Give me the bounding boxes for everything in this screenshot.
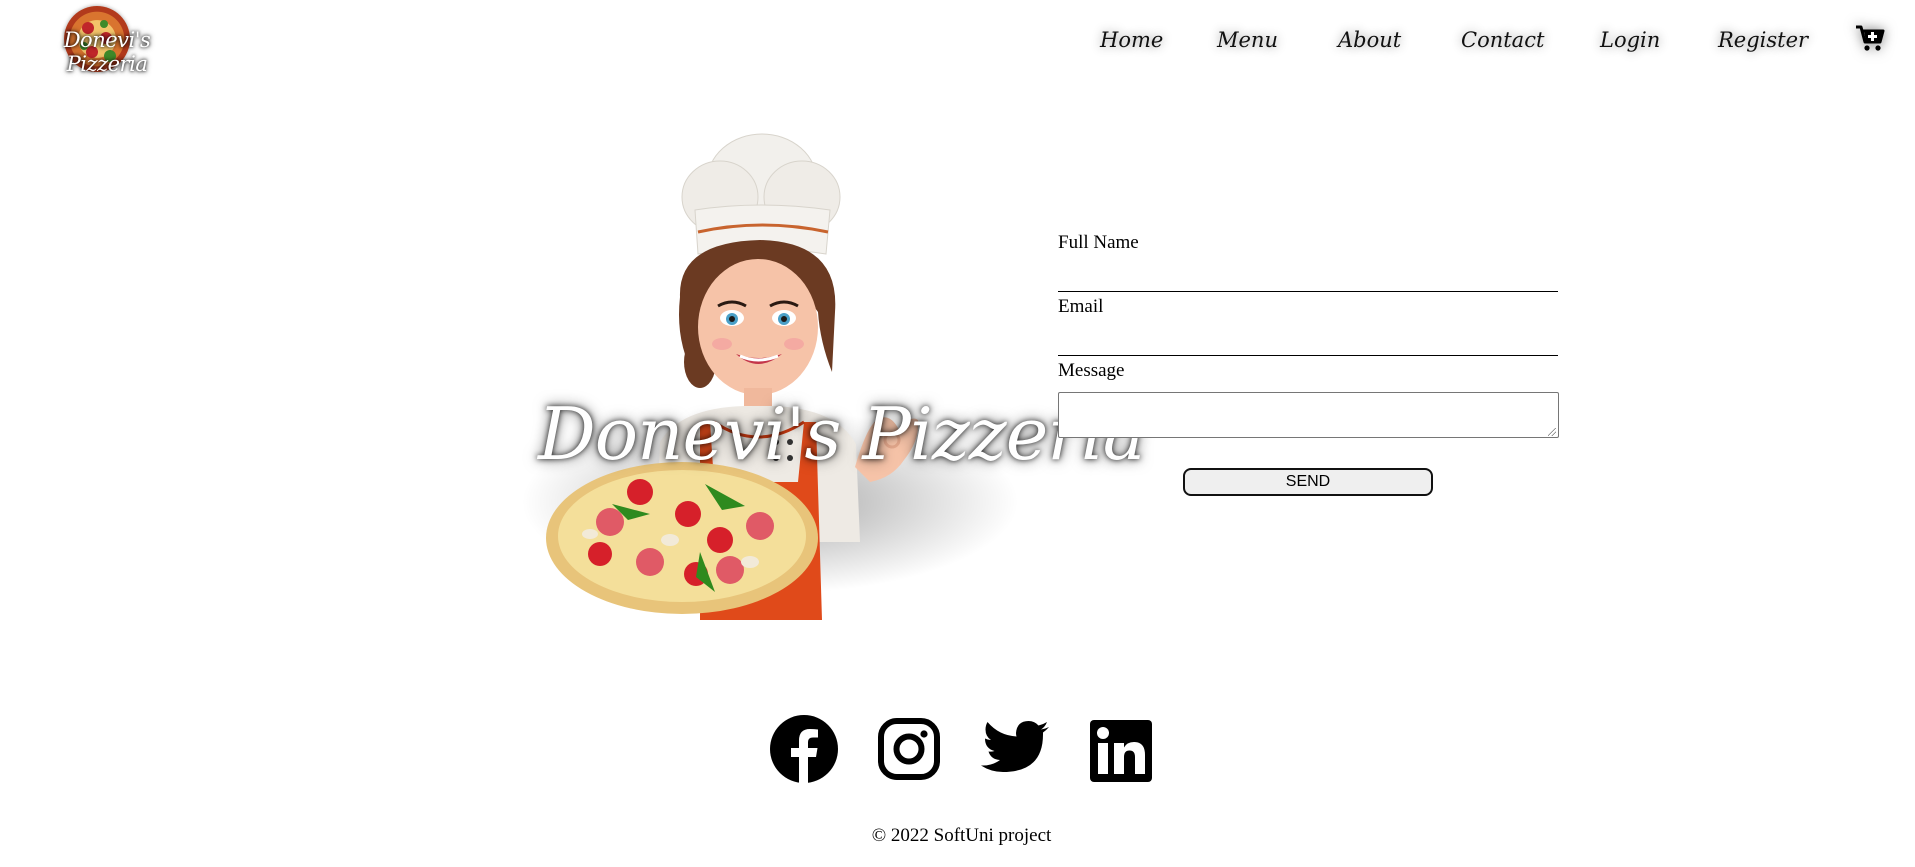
hero-title: Donevi's Pizzeria — [538, 392, 1146, 476]
hero-image: Donevi's Pizzeria — [500, 122, 1146, 620]
email-input[interactable] — [1058, 328, 1558, 356]
footer: © 2022 SoftUni project — [0, 825, 1915, 847]
email-label: Email — [1058, 296, 1104, 317]
instagram-icon[interactable] — [878, 718, 940, 788]
cart-plus-icon[interactable] — [1855, 24, 1885, 52]
message-textarea[interactable] — [1058, 392, 1559, 438]
nav-about[interactable]: About — [1338, 20, 1401, 60]
site-logo[interactable]: Donevi's Pizzeria — [32, 4, 172, 76]
full-name-label: Full Name — [1058, 232, 1139, 253]
nav-login[interactable]: Login — [1600, 20, 1660, 60]
copyright-text: © 2022 SoftUni project — [871, 825, 1052, 846]
full-name-input[interactable] — [1058, 264, 1558, 292]
facebook-icon[interactable] — [770, 715, 838, 785]
chef-hat — [681, 133, 841, 255]
nav-register[interactable]: Register — [1718, 20, 1808, 60]
nav-home[interactable]: Home — [1100, 20, 1163, 60]
nav-menu[interactable]: Menu — [1217, 20, 1278, 60]
twitter-icon[interactable] — [980, 720, 1050, 790]
logo-text: Donevi's Pizzeria — [63, 28, 151, 76]
linkedin-icon[interactable] — [1090, 720, 1152, 790]
resize-grip-icon[interactable] — [1548, 428, 1556, 436]
message-label: Message — [1058, 360, 1125, 381]
pizza-illustration — [546, 462, 818, 614]
nav-contact[interactable]: Contact — [1461, 20, 1544, 60]
send-button[interactable]: SEND — [1183, 468, 1433, 496]
site-header: Donevi's Pizzeria Home Menu About Contac… — [0, 0, 1915, 80]
chef-illustration — [546, 133, 919, 620]
